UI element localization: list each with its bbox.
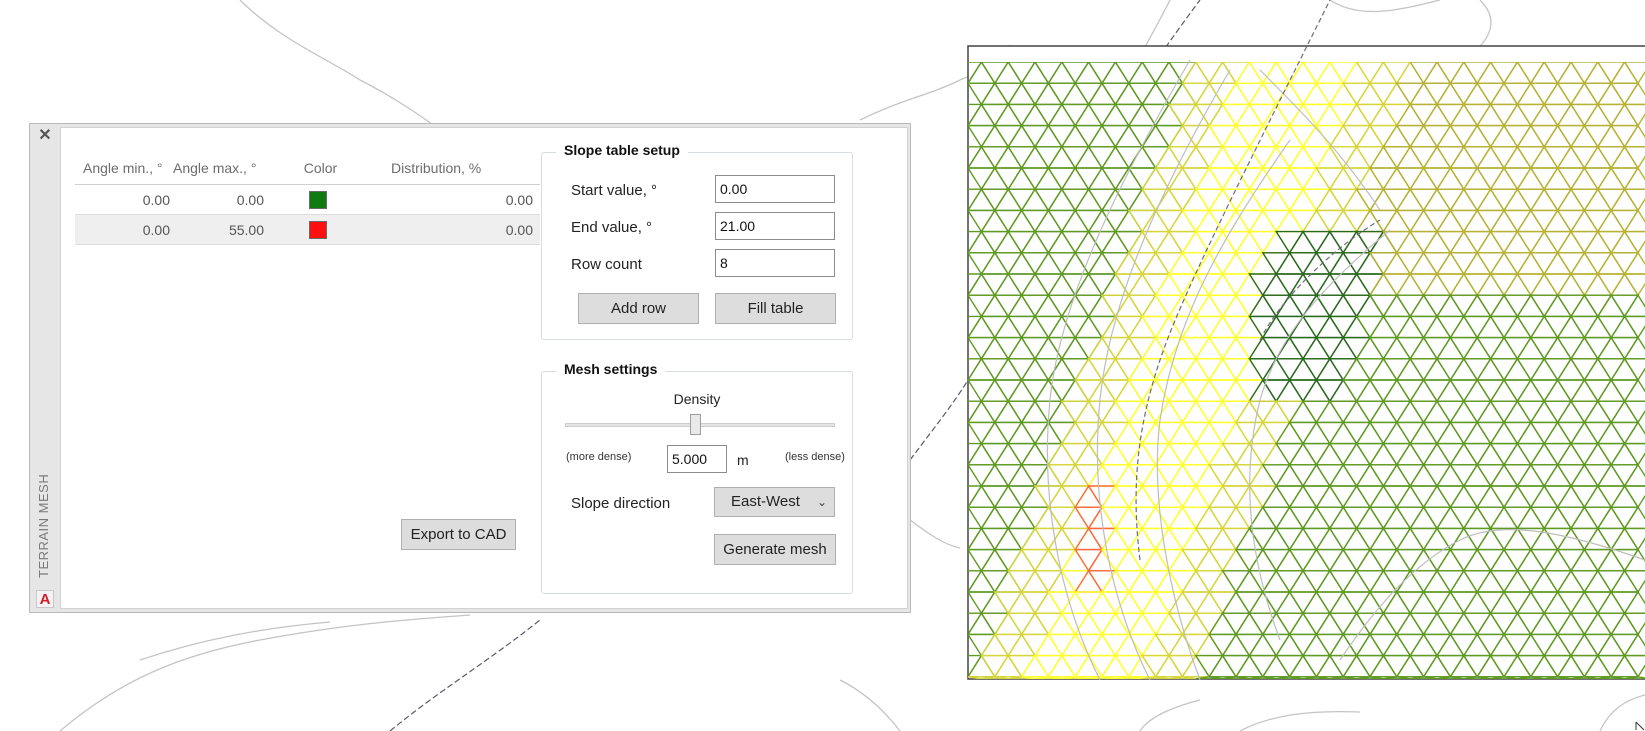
generate-mesh-button[interactable]: Generate mesh — [714, 534, 836, 565]
cell-angle-max[interactable]: 0.00 — [170, 192, 264, 208]
table-header: Angle min., ° Angle max., ° Color Distri… — [75, 152, 540, 185]
mesh-settings-title: Mesh settings — [556, 361, 666, 377]
chevron-down-icon: ⌄ — [816, 495, 827, 509]
density-label: Density — [673, 391, 721, 407]
start-value-input[interactable] — [715, 175, 835, 203]
palette-content: Angle min., ° Angle max., ° Color Distri… — [60, 127, 908, 609]
cell-angle-min[interactable]: 0.00 — [75, 222, 170, 238]
table-row[interactable]: 0.00 55.00 0.00 — [75, 215, 540, 245]
more-dense-label: (more dense) — [566, 451, 632, 463]
export-to-cad-button[interactable]: Export to CAD — [401, 519, 516, 550]
cell-distribution: 0.00 — [505, 191, 533, 208]
terrain-mesh-palette: ✕ TERRAIN MESH A Angle min., ° Angle max… — [29, 123, 911, 613]
density-input[interactable] — [667, 445, 727, 473]
cursor-mark — [1635, 721, 1645, 731]
color-swatch[interactable] — [309, 220, 327, 239]
start-value-label: Start value, ° — [571, 182, 658, 199]
slope-setup-title: Slope table setup — [556, 142, 688, 158]
header-angle-min[interactable]: Angle min., ° — [75, 160, 170, 176]
fill-table-button[interactable]: Fill table — [715, 293, 836, 324]
end-value-label: End value, ° — [571, 219, 653, 236]
palette-title-strip[interactable]: ✕ TERRAIN MESH A — [30, 124, 60, 612]
density-unit: m — [737, 452, 749, 468]
slope-direction-label: Slope direction — [571, 495, 671, 512]
add-row-button[interactable]: Add row — [578, 293, 699, 324]
palette-title-text: TERRAIN MESH — [36, 473, 51, 578]
row-count-input[interactable] — [715, 249, 835, 277]
cell-color[interactable] — [264, 220, 372, 239]
mesh-settings-group: Mesh settings Density (more dense) (less… — [541, 361, 853, 594]
slope-table[interactable]: Angle min., ° Angle max., ° Color Distri… — [75, 152, 540, 245]
slope-direction-value: East-West — [731, 493, 800, 510]
less-dense-label: (less dense) — [785, 451, 845, 463]
color-swatch[interactable] — [309, 190, 327, 209]
cell-color[interactable] — [264, 190, 372, 209]
cell-distribution: 0.00 — [505, 221, 533, 238]
cell-angle-max[interactable]: 55.00 — [170, 222, 264, 238]
end-value-input[interactable] — [715, 212, 835, 240]
slope-direction-select[interactable]: East-West ⌄ — [714, 487, 835, 517]
palette-title: TERRAIN MESH — [33, 438, 57, 578]
header-color[interactable]: Color — [264, 160, 377, 176]
cell-angle-min[interactable]: 0.00 — [75, 192, 170, 208]
header-angle-max[interactable]: Angle max., ° — [170, 160, 264, 176]
slope-table-setup-group: Slope table setup Start value, ° End val… — [541, 142, 853, 340]
row-count-label: Row count — [571, 256, 642, 273]
close-palette-button[interactable]: ✕ — [37, 128, 53, 144]
table-row[interactable]: 0.00 0.00 0.00 — [75, 185, 540, 215]
header-distribution[interactable]: Distribution, % — [377, 160, 538, 176]
density-slider-thumb[interactable] — [689, 414, 701, 435]
autocad-logo-icon[interactable]: A — [36, 590, 54, 608]
